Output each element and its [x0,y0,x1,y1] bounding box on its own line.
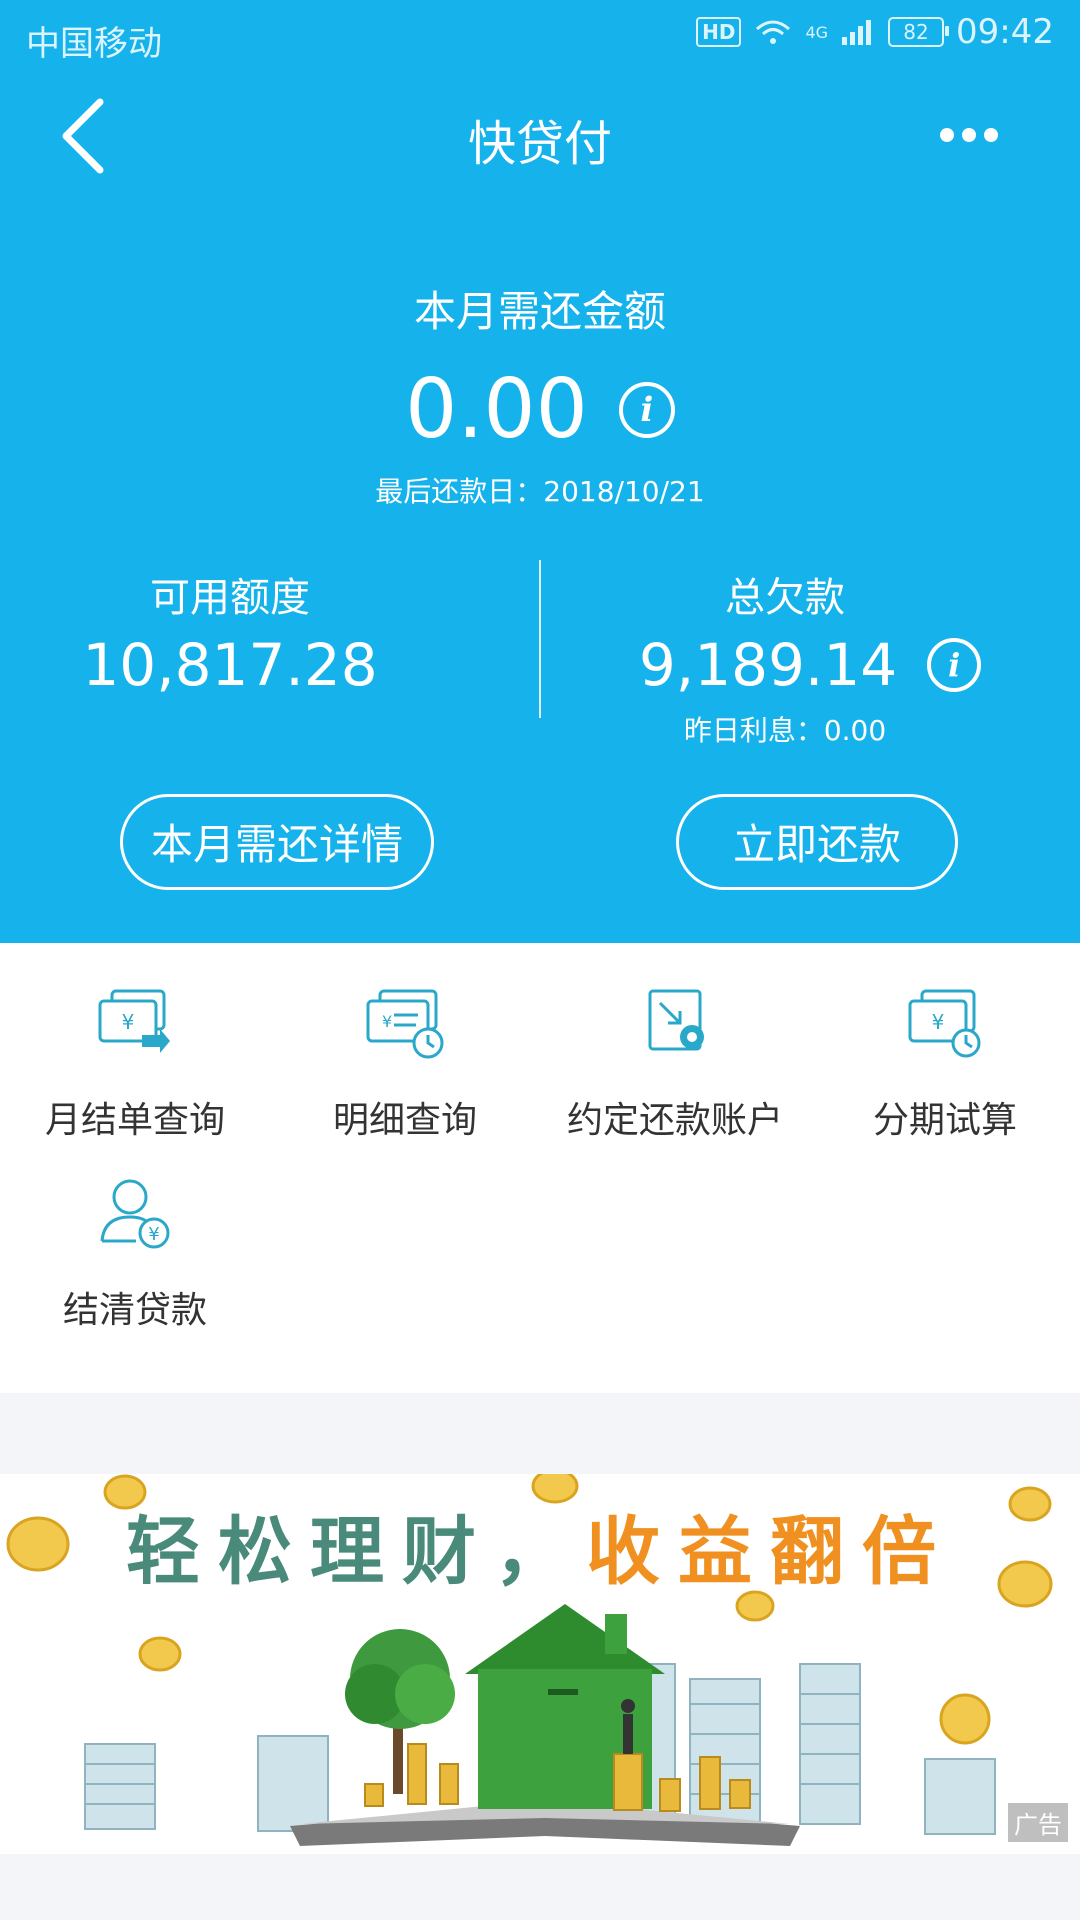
status-icons: HD 4G 82 09:42 [696,12,1054,52]
clock: 09:42 [956,12,1054,52]
info-icon[interactable]: i [927,638,982,692]
more-dot [962,128,976,142]
service-grid: ¥ 月结单查询 ¥ 明细查询 约定还款账户 ¥ 分期试算 ¥ 结清贷款 [0,943,1080,1393]
summary-header: 中国移动 HD 4G 82 09:42 快贷付 本月需还金额 0.00 i 最后… [0,0,1080,943]
wifi-icon [756,20,791,44]
total-owed-label: 总欠款 [725,575,845,621]
banner-title: 轻松理财，收益翻倍 [0,1492,1080,1599]
service-settle-loan[interactable]: ¥ 结清贷款 [0,1175,270,1333]
ad-banner[interactable]: 轻松理财，收益翻倍 广告 [0,1474,1080,1854]
signal-icon [842,20,872,45]
more-dot [984,128,998,142]
monthly-statement-icon: ¥ [98,989,170,1053]
battery-level: 82 [903,20,929,44]
banner-title-part1: 轻松理财， [126,1509,586,1595]
monthly-due-details-button[interactable]: 本月需还详情 [120,794,434,890]
settle-loan-icon: ¥ [100,1179,170,1249]
total-owed-row: 9,189.14 i [638,631,982,699]
total-owed-value: 9,189.14 [638,631,898,699]
service-label: 约定还款账户 [566,1100,783,1141]
service-transaction-details[interactable]: ¥ 明细查询 [270,985,540,1143]
navbar: 快贷付 [0,80,1080,190]
due-date: 最后还款日：2018/10/21 [375,475,705,508]
service-monthly-statement[interactable]: ¥ 月结单查询 [0,985,270,1143]
service-label: 分期试算 [872,1100,1017,1141]
info-icon[interactable]: i [618,381,675,438]
battery-icon: 82 [888,17,950,47]
due-amount-value: 0.00 [405,362,588,457]
repay-now-button[interactable]: 立即还款 [676,794,958,890]
svg-text:¥: ¥ [148,1224,159,1245]
hd-icon: HD [696,17,742,47]
more-button[interactable] [940,120,1000,150]
service-label: 月结单查询 [44,1100,225,1141]
available-credit: 可用额度 10,817.28 [0,565,540,699]
network-type: 4G [805,22,829,42]
svg-text:¥: ¥ [382,1012,392,1031]
more-dots-icon [940,128,954,142]
svg-text:¥: ¥ [122,1010,135,1034]
due-amount-label: 本月需还金额 [413,287,666,336]
ad-tag: 广告 [1008,1803,1068,1842]
yesterday-interest: 昨日利息：0.00 [683,714,887,747]
banner-title-part2: 收益翻倍 [586,1509,954,1595]
available-credit-value: 10,817.28 [82,631,378,699]
carrier-name: 中国移动 [26,24,162,64]
svg-text:¥: ¥ [932,1010,945,1034]
due-amount-row: 0.00 i [0,362,1080,457]
total-owed: 总欠款 9,189.14 i 昨日利息：0.00 [540,565,1080,749]
status-bar: 中国移动 HD 4G 82 09:42 [0,0,1080,75]
repayment-account-icon [648,989,704,1051]
service-label: 结清贷款 [62,1290,207,1331]
page-title: 快贷付 [467,116,612,172]
transaction-details-icon: ¥ [366,989,444,1059]
installment-calculator-icon: ¥ [908,989,981,1058]
service-label: 明细查询 [332,1100,477,1141]
available-credit-label: 可用额度 [150,575,310,621]
service-installment-calculator[interactable]: ¥ 分期试算 [810,985,1080,1143]
service-repayment-account[interactable]: 约定还款账户 [540,985,810,1143]
